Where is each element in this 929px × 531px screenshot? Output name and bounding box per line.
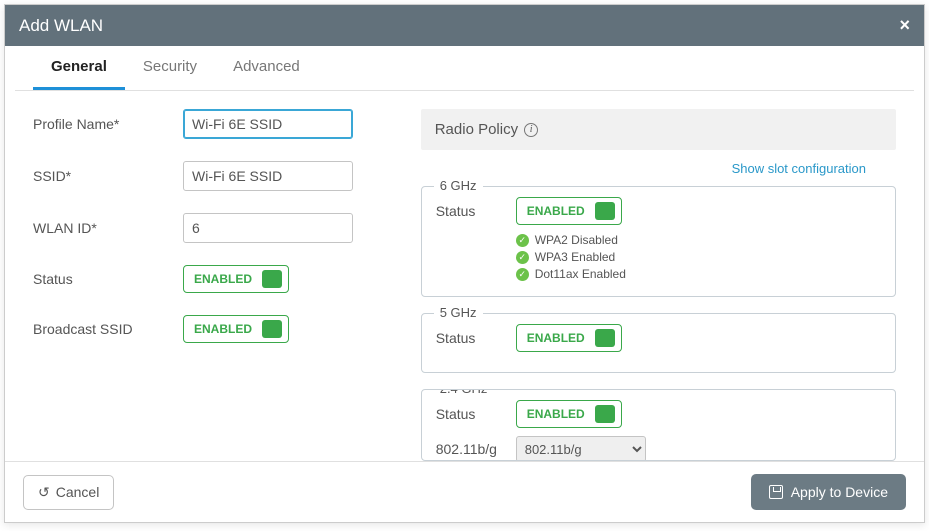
radio-policy-title: Radio Policy	[435, 121, 518, 138]
broadcast-toggle-text: ENABLED	[194, 322, 252, 336]
undo-icon: ↺	[38, 484, 50, 501]
modal-title: Add WLAN	[19, 16, 103, 36]
toggle-switch-icon	[595, 329, 615, 347]
24ghz-status-label: Status	[436, 406, 516, 422]
toggle-switch-icon	[262, 320, 282, 338]
24ghz-mode-select[interactable]: 802.11b/g	[516, 436, 646, 461]
check-icon: ✓	[516, 268, 529, 281]
tab-general[interactable]: General	[33, 46, 125, 90]
fieldset-6ghz: 6 GHz Status ENABLED ✓WPA2 Disabled ✓WPA…	[421, 186, 896, 297]
status-toggle-text: ENABLED	[194, 272, 252, 286]
cancel-button[interactable]: ↺ Cancel	[23, 475, 114, 510]
6ghz-status-toggle[interactable]: ENABLED	[516, 197, 622, 225]
fieldset-24ghz: 2.4 GHz Status ENABLED 802.11b/g 802.11b…	[421, 389, 896, 461]
apply-to-device-button[interactable]: Apply to Device	[751, 474, 906, 510]
5ghz-status-label: Status	[436, 330, 516, 346]
tab-advanced[interactable]: Advanced	[215, 46, 318, 90]
tab-security[interactable]: Security	[125, 46, 215, 90]
6ghz-status-label: Status	[436, 203, 516, 219]
ssid-label: SSID*	[33, 168, 183, 184]
wlan-id-label: WLAN ID*	[33, 220, 183, 236]
tab-bar: General Security Advanced	[15, 46, 914, 91]
radio-policy-panel: Radio Policy i Show slot configuration 6…	[413, 109, 896, 443]
check-icon: ✓	[516, 234, 529, 247]
broadcast-ssid-toggle[interactable]: ENABLED	[183, 315, 289, 343]
toggle-switch-icon	[262, 270, 282, 288]
modal-footer: ↺ Cancel Apply to Device	[5, 461, 924, 522]
profile-name-input[interactable]	[183, 109, 353, 139]
info-icon[interactable]: i	[524, 123, 538, 137]
profile-name-label: Profile Name*	[33, 116, 183, 132]
general-form: Profile Name* SSID* WLAN ID* Status ENAB…	[33, 109, 413, 443]
add-wlan-modal: Add WLAN × General Security Advanced Pro…	[4, 4, 925, 523]
legend-5ghz: 5 GHz	[434, 305, 483, 320]
legend-24ghz: 2.4 GHz	[434, 389, 494, 396]
fieldset-5ghz: 5 GHz Status ENABLED	[421, 313, 896, 373]
show-slot-config-link[interactable]: Show slot configuration	[732, 161, 866, 176]
wlan-id-input[interactable]	[183, 213, 353, 243]
modal-body: Profile Name* SSID* WLAN ID* Status ENAB…	[5, 91, 924, 461]
status-label: Status	[33, 271, 183, 287]
ssid-input[interactable]	[183, 161, 353, 191]
radio-policy-header: Radio Policy i	[421, 109, 896, 150]
24ghz-status-toggle[interactable]: ENABLED	[516, 400, 622, 428]
toggle-switch-icon	[595, 202, 615, 220]
check-icon: ✓	[516, 251, 529, 264]
save-icon	[769, 485, 783, 499]
toggle-switch-icon	[595, 405, 615, 423]
5ghz-status-toggle[interactable]: ENABLED	[516, 324, 622, 352]
broadcast-ssid-label: Broadcast SSID	[33, 321, 183, 337]
modal-titlebar: Add WLAN ×	[5, 5, 924, 46]
close-icon[interactable]: ×	[899, 15, 910, 36]
6ghz-status-checks: ✓WPA2 Disabled ✓WPA3 Enabled ✓Dot11ax En…	[516, 233, 881, 281]
legend-6ghz: 6 GHz	[434, 178, 483, 193]
status-toggle[interactable]: ENABLED	[183, 265, 289, 293]
24ghz-mode-label: 802.11b/g	[436, 441, 516, 457]
